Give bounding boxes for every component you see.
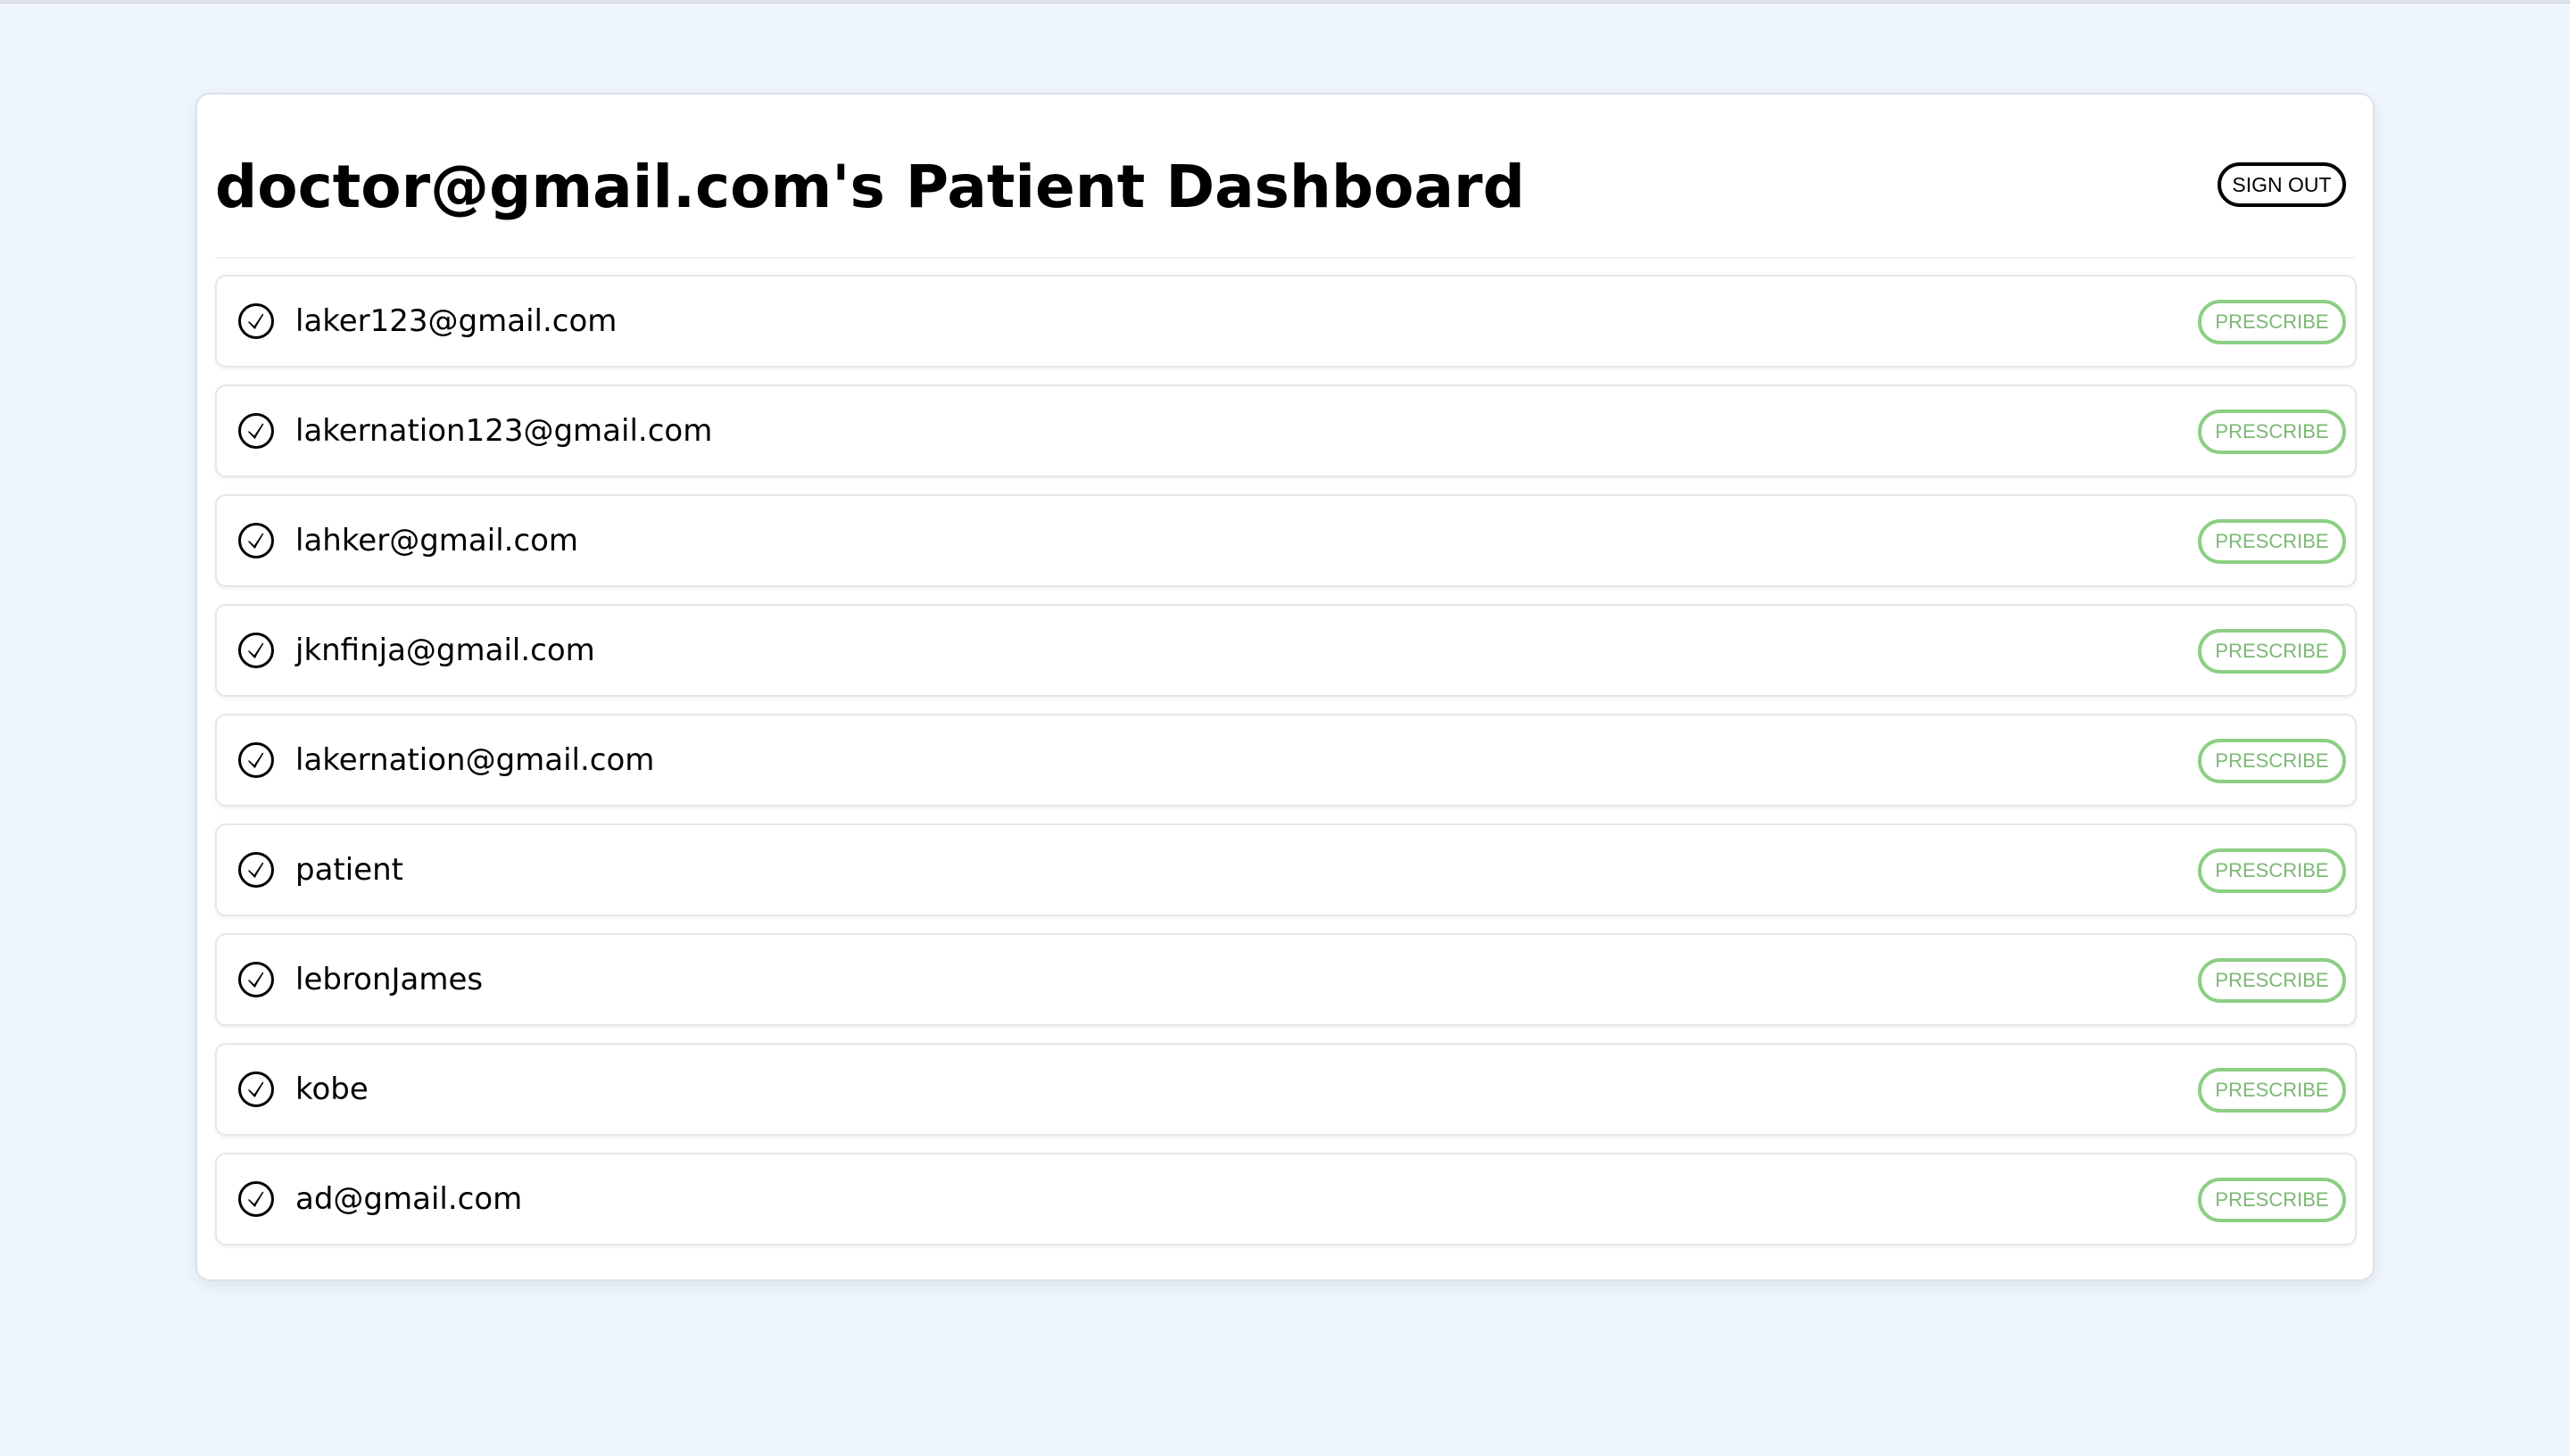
prescribe-button[interactable]: PRESCRIBE xyxy=(2198,300,2346,344)
patient-row: lakernation123@gmail.com PRESCRIBE xyxy=(215,385,2357,477)
sign-out-button[interactable]: SIGN OUT xyxy=(2218,162,2346,207)
patient-row: jknfinja@gmail.com PRESCRIBE xyxy=(215,604,2357,697)
check-circle-icon xyxy=(238,523,274,558)
page-title: doctor@gmail.com's Patient Dashboard xyxy=(215,153,1525,221)
check-circle-icon xyxy=(238,303,274,339)
check-circle-icon xyxy=(238,852,274,888)
prescribe-button[interactable]: PRESCRIBE xyxy=(2198,519,2346,564)
check-circle-icon xyxy=(238,742,274,778)
patient-list: laker123@gmail.com PRESCRIBE lakernation… xyxy=(215,275,2357,1262)
check-circle-icon xyxy=(238,413,274,449)
header-divider xyxy=(215,257,2355,259)
patient-row: lakernation@gmail.com PRESCRIBE xyxy=(215,714,2357,807)
prescribe-button[interactable]: PRESCRIBE xyxy=(2198,848,2346,893)
patient-name: patient xyxy=(295,852,403,888)
check-circle-icon xyxy=(238,962,274,997)
top-border xyxy=(0,0,2570,4)
patient-row: ad@gmail.com PRESCRIBE xyxy=(215,1153,2357,1245)
patient-name: ad@gmail.com xyxy=(295,1181,523,1217)
patient-name: lahker@gmail.com xyxy=(295,523,579,558)
prescribe-button[interactable]: PRESCRIBE xyxy=(2198,410,2346,454)
check-circle-icon xyxy=(238,633,274,668)
dashboard-card: doctor@gmail.com's Patient Dashboard SIG… xyxy=(195,93,2375,1281)
patient-row: kobe PRESCRIBE xyxy=(215,1043,2357,1136)
patient-name: lakernation123@gmail.com xyxy=(295,413,713,449)
patient-name: lebronJames xyxy=(295,962,484,997)
patient-row: laker123@gmail.com PRESCRIBE xyxy=(215,275,2357,368)
patient-row: lebronJames PRESCRIBE xyxy=(215,933,2357,1026)
check-circle-icon xyxy=(238,1181,274,1217)
patient-name: lakernation@gmail.com xyxy=(295,742,655,778)
patient-name: kobe xyxy=(295,1071,369,1107)
patient-name: jknfinja@gmail.com xyxy=(295,633,595,668)
prescribe-button[interactable]: PRESCRIBE xyxy=(2198,629,2346,674)
prescribe-button[interactable]: PRESCRIBE xyxy=(2198,739,2346,783)
patient-name: laker123@gmail.com xyxy=(295,303,618,339)
patient-row: lahker@gmail.com PRESCRIBE xyxy=(215,494,2357,587)
patient-row: patient PRESCRIBE xyxy=(215,823,2357,916)
check-circle-icon xyxy=(238,1071,274,1107)
prescribe-button[interactable]: PRESCRIBE xyxy=(2198,1068,2346,1113)
prescribe-button[interactable]: PRESCRIBE xyxy=(2198,958,2346,1003)
prescribe-button[interactable]: PRESCRIBE xyxy=(2198,1178,2346,1222)
